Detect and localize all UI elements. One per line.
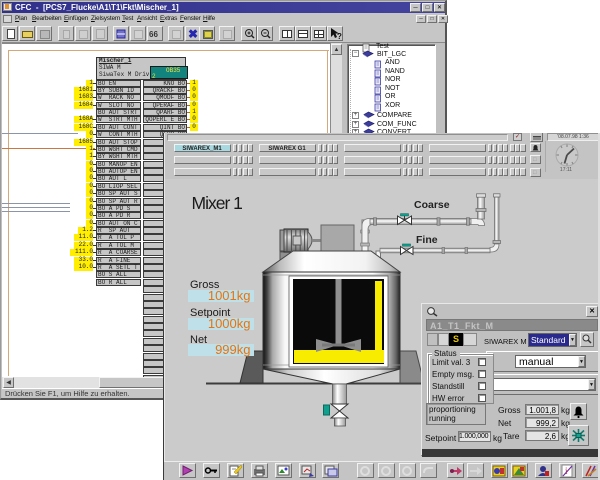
svg-text:?: ? (337, 32, 342, 41)
